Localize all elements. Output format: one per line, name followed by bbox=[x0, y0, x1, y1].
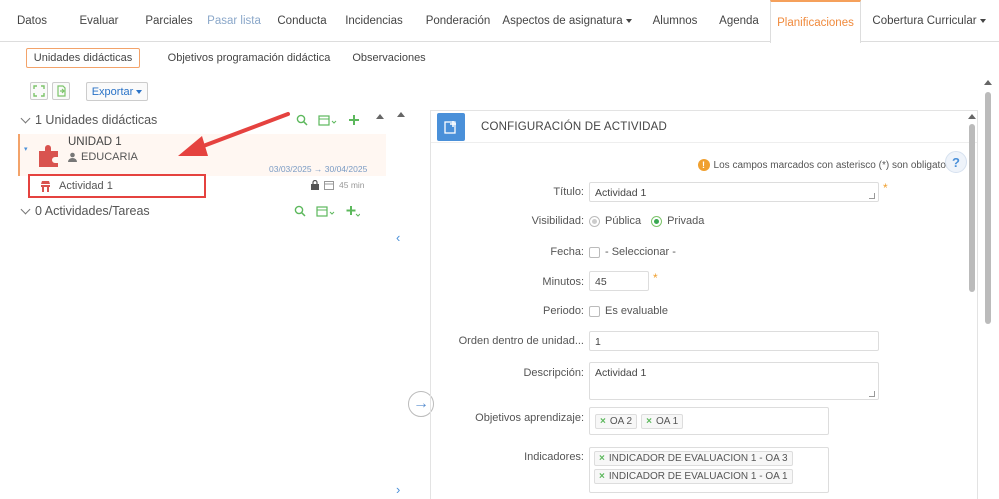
calendar-small-icon bbox=[324, 181, 334, 190]
fecha-label: Fecha: bbox=[550, 246, 584, 258]
unit-title: UNIDAD 1 bbox=[68, 136, 122, 148]
expand-icon bbox=[33, 85, 45, 97]
tab-aspectos-asignatura[interactable]: Aspectos de asignatura bbox=[502, 0, 632, 42]
periodo-field[interactable]: Es evaluable bbox=[589, 305, 668, 317]
top-navigation: Datos Evaluar Parciales Pasar lista Cond… bbox=[0, 0, 999, 43]
resize-handle-icon[interactable] bbox=[869, 193, 875, 199]
chevron-down-icon bbox=[20, 113, 31, 124]
visibilidad-label: Visibilidad: bbox=[531, 215, 584, 227]
resize-handle-icon[interactable] bbox=[869, 391, 875, 397]
required-note: ! Los campos marcados con asterisco (*) … bbox=[697, 159, 957, 171]
user-icon bbox=[68, 152, 77, 162]
add-dropdown-icon[interactable] bbox=[346, 205, 360, 217]
objetivo-tag[interactable]: × OA 1 bbox=[641, 413, 684, 429]
activity-config-panel: CONFIGURACIÓN DE ACTIVIDAD ! Los campos … bbox=[430, 110, 978, 499]
search-icon[interactable] bbox=[294, 205, 306, 217]
tab-agenda[interactable]: Agenda bbox=[718, 0, 760, 42]
chevron-down-icon bbox=[136, 89, 143, 94]
evaluable-checkbox[interactable] bbox=[589, 305, 600, 317]
scroll-up-icon[interactable] bbox=[984, 80, 992, 85]
orden-input[interactable]: 1 bbox=[589, 331, 879, 351]
activity-meta: 45 min bbox=[311, 180, 365, 190]
tab-ponderacion[interactable]: Ponderación bbox=[425, 0, 491, 42]
subtab-observaciones[interactable]: Observaciones bbox=[350, 48, 428, 68]
chevron-down-icon bbox=[979, 19, 986, 23]
tab-pasar-lista[interactable]: Pasar lista bbox=[204, 0, 264, 42]
scrollbar-thumb[interactable] bbox=[969, 124, 975, 292]
tab-planificaciones[interactable]: Planificaciones bbox=[770, 0, 861, 43]
fecha-field[interactable]: - Seleccionar - bbox=[589, 246, 676, 258]
activity-row[interactable]: Actividad 1 bbox=[28, 174, 206, 198]
panel-divider: ‹ › bbox=[396, 110, 406, 499]
lock-icon bbox=[311, 180, 319, 190]
objetivos-select[interactable]: × OA 2 × OA 1 bbox=[589, 407, 829, 435]
annotation-arrow bbox=[178, 112, 290, 156]
page-scrollbar[interactable] bbox=[982, 80, 994, 499]
export-file-button[interactable] bbox=[52, 82, 70, 100]
remove-icon[interactable]: × bbox=[599, 471, 605, 482]
radio-publica[interactable] bbox=[589, 215, 600, 227]
warning-icon: ! bbox=[697, 159, 710, 171]
objetivo-tag[interactable]: × OA 2 bbox=[595, 413, 638, 429]
required-star: * bbox=[653, 271, 658, 285]
descripcion-label: Descripción: bbox=[523, 367, 584, 379]
add-icon[interactable] bbox=[348, 114, 360, 126]
minutos-input[interactable]: 45 bbox=[589, 271, 649, 291]
export-dropdown[interactable]: Exportar bbox=[86, 82, 148, 101]
subtab-objetivos-programacion[interactable]: Objetivos programación didáctica bbox=[158, 48, 340, 68]
remove-icon[interactable]: × bbox=[646, 416, 652, 427]
indicadores-label: Indicadores: bbox=[524, 451, 584, 463]
objetivos-label: Objetivos aprendizaje: bbox=[475, 412, 584, 424]
chevron-down-icon bbox=[625, 19, 632, 23]
panel-title: CONFIGURACIÓN DE ACTIVIDAD bbox=[481, 120, 668, 133]
scroll-up-icon[interactable] bbox=[397, 112, 405, 117]
tab-cobertura-curricular[interactable]: Cobertura Curricular bbox=[870, 0, 988, 42]
visibilidad-group: Pública Privada bbox=[589, 215, 704, 227]
activity-label: Actividad 1 bbox=[59, 180, 113, 192]
tab-evaluar[interactable]: Evaluar bbox=[74, 0, 124, 42]
subtab-unidades-didacticas[interactable]: Unidades didácticas bbox=[26, 48, 140, 68]
activity-duration: 45 min bbox=[339, 180, 365, 190]
collapse-left-icon[interactable]: ‹ bbox=[396, 230, 400, 245]
minutos-label: Minutos: bbox=[542, 276, 584, 288]
scrollbar-thumb[interactable] bbox=[985, 92, 991, 324]
unit-owner: EDUCARIA bbox=[68, 151, 138, 163]
tab-incidencias[interactable]: Incidencias bbox=[343, 0, 405, 42]
sub-navigation: Unidades didácticas Objetivos programaci… bbox=[0, 43, 999, 70]
calendar-icon[interactable] bbox=[318, 114, 338, 126]
file-export-icon bbox=[57, 85, 66, 97]
tab-conducta[interactable]: Conducta bbox=[276, 0, 328, 42]
indicadores-select[interactable]: × INDICADOR DE EVALUACION 1 - OA 3 × INDIC… bbox=[589, 447, 829, 493]
tasks-header[interactable]: 0 Actividades/Tareas bbox=[18, 199, 378, 223]
calendar-icon[interactable] bbox=[316, 205, 336, 217]
titulo-label: Título: bbox=[553, 186, 584, 198]
expand-caret-icon: ▾ bbox=[24, 146, 28, 153]
panel-header: CONFIGURACIÓN DE ACTIVIDAD bbox=[431, 111, 977, 143]
orden-label: Orden dentro de unidad... bbox=[458, 335, 584, 347]
tab-datos[interactable]: Datos bbox=[10, 0, 54, 42]
titulo-input[interactable]: Actividad 1 bbox=[589, 182, 879, 202]
periodo-label: Periodo: bbox=[543, 305, 584, 317]
radio-privada[interactable] bbox=[651, 215, 663, 227]
indicador-tag[interactable]: × INDICADOR DE EVALUACION 1 - OA 1 bbox=[594, 469, 793, 484]
fecha-checkbox[interactable] bbox=[589, 246, 600, 258]
tab-parciales[interactable]: Parciales bbox=[143, 0, 195, 42]
puzzle-icon bbox=[39, 145, 58, 167]
indicador-tag[interactable]: × INDICADOR DE EVALUACION 1 - OA 3 bbox=[594, 451, 793, 466]
tab-alumnos[interactable]: Alumnos bbox=[650, 0, 700, 42]
panel-scrollbar[interactable] bbox=[966, 112, 978, 499]
required-star: * bbox=[883, 181, 888, 195]
chevron-down-icon bbox=[20, 204, 31, 215]
help-button[interactable]: ? bbox=[945, 151, 967, 173]
activity-icon bbox=[41, 180, 50, 192]
collapse-right-icon[interactable]: › bbox=[396, 482, 400, 497]
remove-icon[interactable]: × bbox=[599, 453, 605, 464]
scroll-up-icon[interactable] bbox=[376, 114, 384, 119]
descripcion-textarea[interactable]: Actividad 1 bbox=[589, 362, 879, 400]
scroll-up-icon[interactable] bbox=[968, 114, 976, 119]
add-activity-icon bbox=[437, 112, 465, 141]
remove-icon[interactable]: × bbox=[600, 416, 606, 427]
expand-button[interactable] bbox=[30, 82, 48, 100]
